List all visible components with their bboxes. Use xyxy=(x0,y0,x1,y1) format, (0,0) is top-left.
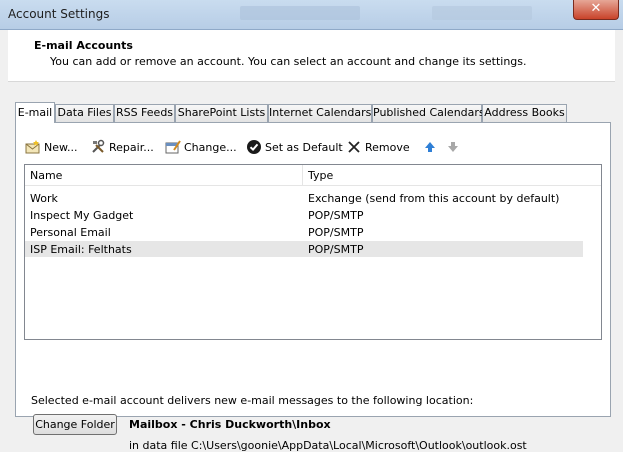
tab-address-books[interactable]: Address Books xyxy=(482,104,567,122)
new-account-button[interactable]: New... xyxy=(25,137,77,157)
page-title: E-mail Accounts xyxy=(34,39,133,52)
repair-tools-icon xyxy=(92,139,105,153)
remove-button[interactable]: Remove xyxy=(346,137,410,157)
column-header-name[interactable]: Name xyxy=(30,169,62,182)
change-label: Change... xyxy=(184,140,237,154)
move-down-button[interactable] xyxy=(445,137,464,157)
tab-label: RSS Feeds xyxy=(115,106,174,119)
new-mail-icon xyxy=(25,140,40,154)
account-name: Personal Email xyxy=(30,226,111,239)
email-tab-panel: New... Repair... Change... Set as Defaul… xyxy=(15,122,611,452)
account-row[interactable]: Work Exchange (send from this account by… xyxy=(25,190,583,206)
account-list[interactable]: Name Type Work Exchange (send from this … xyxy=(24,164,602,340)
remove-x-icon xyxy=(348,141,360,153)
dialog-content: E-mail Data Files RSS Feeds SharePoint L… xyxy=(8,82,615,452)
account-name: Inspect My Gadget xyxy=(30,209,134,222)
data-file-path: in data file C:\Users\goonie\AppData\Loc… xyxy=(129,439,527,452)
tab-label: Address Books xyxy=(484,106,565,119)
background-window-ghost xyxy=(240,6,360,20)
mailbox-path: Mailbox - Chris Duckworth\Inbox xyxy=(129,418,331,431)
checkmark-circle-icon xyxy=(247,140,261,154)
tab-published-calendars[interactable]: Published Calendars xyxy=(372,104,485,122)
page-description: You can add or remove an account. You ca… xyxy=(50,55,527,68)
account-type: Exchange (send from this account by defa… xyxy=(308,192,560,205)
delivery-location-text: Selected e-mail account delivers new e-m… xyxy=(31,394,474,407)
tab-label: Published Calendars xyxy=(373,106,485,119)
close-icon: ✕ xyxy=(590,1,602,16)
page-header: E-mail Accounts You can add or remove an… xyxy=(8,30,615,82)
change-folder-button[interactable]: Change Folder xyxy=(33,414,117,435)
tab-label: SharePoint Lists xyxy=(177,106,266,119)
account-name: ISP Email: Felthats xyxy=(30,243,132,256)
repair-label: Repair... xyxy=(109,140,154,154)
column-header-type[interactable]: Type xyxy=(308,169,333,182)
tab-data-files[interactable]: Data Files xyxy=(55,104,114,122)
change-folder-label: Change Folder xyxy=(35,418,115,431)
close-button[interactable]: ✕ xyxy=(573,0,619,20)
account-name: Work xyxy=(30,192,58,205)
background-window-ghost xyxy=(432,6,532,20)
account-row[interactable]: Inspect My Gadget POP/SMTP xyxy=(25,207,583,223)
arrow-up-icon xyxy=(425,142,435,152)
account-type: POP/SMTP xyxy=(308,243,364,256)
account-row-selected[interactable]: ISP Email: Felthats POP/SMTP xyxy=(25,241,583,257)
tab-rss-feeds[interactable]: RSS Feeds xyxy=(114,104,175,122)
move-up-button[interactable] xyxy=(422,137,441,157)
account-type: POP/SMTP xyxy=(308,209,364,222)
window-title: Account Settings xyxy=(8,7,110,21)
change-settings-icon xyxy=(165,140,181,154)
repair-button[interactable]: Repair... xyxy=(90,137,154,157)
account-row[interactable]: Personal Email POP/SMTP xyxy=(25,224,583,240)
column-divider[interactable] xyxy=(302,165,303,185)
tab-label: Internet Calendars xyxy=(269,106,372,119)
list-header: Name Type xyxy=(25,165,601,186)
new-account-label: New... xyxy=(44,140,78,154)
tab-email[interactable]: E-mail xyxy=(15,102,55,123)
tab-label: Data Files xyxy=(57,106,112,119)
change-button[interactable]: Change... xyxy=(165,137,237,157)
set-default-button[interactable]: Set as Default xyxy=(246,137,343,157)
arrow-down-icon xyxy=(448,142,458,152)
account-type: POP/SMTP xyxy=(308,226,364,239)
tab-label: E-mail xyxy=(17,106,53,119)
tab-sharepoint-lists[interactable]: SharePoint Lists xyxy=(175,104,268,122)
remove-label: Remove xyxy=(365,140,410,154)
set-default-label: Set as Default xyxy=(265,140,343,154)
tab-internet-calendars[interactable]: Internet Calendars xyxy=(268,104,372,122)
title-bar: Account Settings ✕ xyxy=(0,0,623,30)
